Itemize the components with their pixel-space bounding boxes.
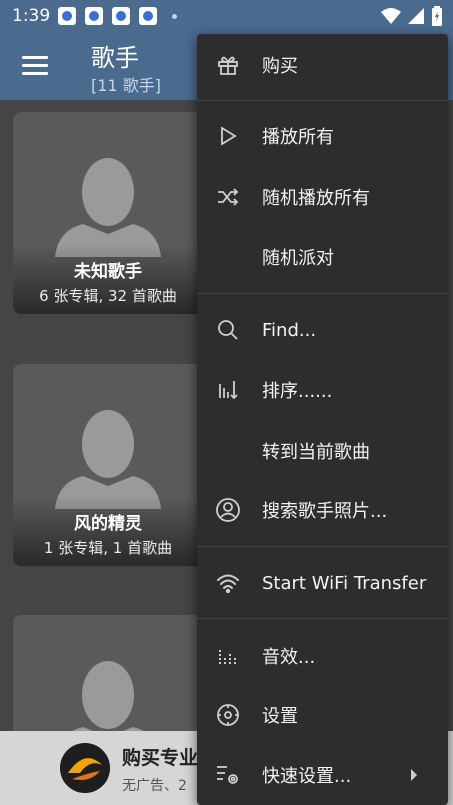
artist-card[interactable]: 风的精灵 1 张专辑, 1 首歌曲 — [13, 364, 203, 566]
artist-card[interactable]: 未知歌手 6 张专辑, 32 首歌曲 — [13, 112, 203, 314]
menu-item-shuffle-all[interactable]: 随机播放所有 — [197, 169, 448, 225]
account-circle-icon — [215, 497, 241, 523]
menu-item-label: 购买 — [262, 56, 298, 77]
menu-item-label: Find... — [262, 319, 317, 341]
gift-icon — [215, 52, 241, 78]
menu-item-wifi-transfer[interactable]: Start WiFi Transfer — [197, 555, 448, 611]
submenu-arrow-icon — [411, 769, 417, 781]
app-logo-icon — [60, 743, 110, 793]
battery-icon — [432, 6, 442, 26]
artist-count: [11 歌手] — [91, 76, 161, 95]
wifi-icon — [381, 8, 401, 24]
menu-item-settings[interactable]: 设置 — [197, 687, 448, 743]
menu-item-label: 音效... — [262, 647, 316, 668]
status-bar: 1:39 — [0, 0, 453, 32]
shuffle-icon — [215, 184, 241, 210]
menu-divider — [197, 618, 448, 619]
baidu-icon — [85, 7, 104, 25]
menu-item-search-artist-photos[interactable]: 搜索歌手照片... — [197, 482, 448, 538]
menu-item-equalizer[interactable]: 音效... — [197, 628, 448, 684]
baidu-icon — [139, 7, 158, 25]
sort-icon — [215, 377, 241, 403]
artist-placeholder-icon — [55, 410, 161, 509]
artist-name: 未知歌手 — [74, 262, 142, 282]
more-notifications-dot — [172, 13, 178, 19]
artist-placeholder-icon — [55, 158, 161, 257]
wifi-icon — [215, 570, 241, 596]
page-title: 歌手 — [91, 44, 139, 72]
menu-item-label: 快速设置... — [262, 766, 352, 787]
overflow-menu: 购买 播放所有 随机播放所有 随机派对 Find... 排序...... 转到当… — [197, 34, 448, 805]
status-time: 1:39 — [12, 6, 51, 26]
menu-item-label: 转到当前歌曲 — [262, 442, 370, 463]
menu-item-label: 随机播放所有 — [262, 188, 370, 209]
menu-item-party-shuffle[interactable]: 随机派对 — [197, 229, 448, 285]
menu-hamburger-icon[interactable] — [22, 56, 48, 76]
menu-item-label: 播放所有 — [262, 127, 334, 148]
promo-subtitle: 无广告、2 — [122, 778, 187, 794]
settings-icon — [215, 702, 241, 728]
system-icons — [381, 6, 443, 26]
menu-item-label: Start WiFi Transfer — [262, 572, 427, 594]
menu-item-goto-current[interactable]: 转到当前歌曲 — [197, 423, 448, 479]
baidu-icon — [58, 7, 77, 25]
promo-title: 购买专业 — [122, 747, 199, 769]
menu-item-label: 设置 — [262, 706, 298, 727]
menu-divider — [197, 546, 448, 547]
menu-divider — [197, 100, 448, 101]
artist-meta: 6 张专辑, 32 首歌曲 — [39, 287, 177, 305]
menu-item-label: 排序...... — [262, 381, 333, 402]
menu-item-quick-settings[interactable]: 快速设置... — [197, 747, 448, 803]
play-icon — [215, 123, 241, 149]
menu-item-label: 随机派对 — [262, 248, 334, 269]
equalizer-icon — [215, 643, 241, 669]
menu-item-sort[interactable]: 排序...... — [197, 362, 448, 418]
artist-name: 风的精灵 — [74, 514, 142, 534]
signal-icon — [408, 8, 424, 24]
search-icon — [215, 317, 241, 343]
artist-meta: 1 张专辑, 1 首歌曲 — [43, 539, 173, 557]
menu-item-find[interactable]: Find... — [197, 302, 448, 358]
menu-item-buy[interactable]: 购买 — [197, 37, 448, 93]
tune-icon — [215, 762, 241, 788]
baidu-icon — [112, 7, 131, 25]
menu-divider — [197, 293, 448, 294]
menu-item-play-all[interactable]: 播放所有 — [197, 108, 448, 164]
menu-item-label: 搜索歌手照片... — [262, 501, 388, 522]
